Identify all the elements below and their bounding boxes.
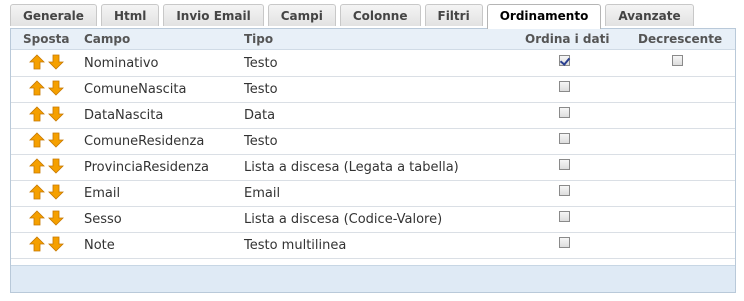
header-tipo: Tipo [244, 32, 274, 46]
move-up-icon[interactable] [29, 236, 45, 252]
table-row: Email Email [11, 180, 735, 207]
move-up-icon[interactable] [29, 54, 45, 70]
field-type: Lista a discesa (Codice-Valore) [244, 212, 443, 227]
field-type: Testo [244, 82, 278, 97]
tab-bar: Generale Html Invio Email Campi Colonne … [10, 4, 698, 29]
tab-generale[interactable]: Generale [10, 4, 97, 26]
field-name: ProvinciaResidenza [84, 160, 210, 175]
sort-checkbox[interactable] [559, 237, 570, 248]
field-name: Sesso [84, 212, 122, 227]
sort-checkbox[interactable] [559, 107, 570, 118]
move-down-icon[interactable] [48, 106, 64, 122]
table-footer [11, 265, 735, 292]
field-type: Lista a discesa (Legata a tabella) [244, 160, 459, 175]
move-down-icon[interactable] [48, 184, 64, 200]
tab-avanzate[interactable]: Avanzate [605, 4, 694, 26]
table-row: Nominativo Testo [11, 50, 735, 77]
tab-filtri[interactable]: Filtri [424, 4, 483, 26]
field-name: ComuneNascita [84, 82, 187, 97]
move-down-icon[interactable] [48, 132, 64, 148]
field-name: Nominativo [84, 56, 159, 71]
move-down-icon[interactable] [48, 80, 64, 96]
move-down-icon[interactable] [48, 236, 64, 252]
field-type: Testo [244, 56, 278, 71]
table-header: Sposta Campo Tipo Ordina i dati Decresce… [11, 29, 735, 50]
sort-checkbox[interactable] [559, 133, 570, 144]
descending-checkbox[interactable] [672, 55, 683, 66]
table-row: DataNascita Data [11, 102, 735, 129]
table-row: Sesso Lista a discesa (Codice-Valore) [11, 206, 735, 233]
field-name: Note [84, 238, 115, 253]
move-up-icon[interactable] [29, 158, 45, 174]
tab-html[interactable]: Html [100, 4, 160, 26]
sort-checkbox[interactable] [559, 81, 570, 92]
field-type: Email [244, 186, 281, 201]
move-down-icon[interactable] [48, 210, 64, 226]
field-type: Testo [244, 134, 278, 149]
field-name: DataNascita [84, 108, 164, 123]
table-row: ComuneNascita Testo [11, 76, 735, 103]
move-down-icon[interactable] [48, 158, 64, 174]
tab-campi[interactable]: Campi [267, 4, 336, 26]
move-up-icon[interactable] [29, 132, 45, 148]
header-sposta: Sposta [23, 32, 70, 46]
field-name: Email [84, 186, 121, 201]
field-type: Testo multilinea [244, 238, 347, 253]
field-name: ComuneResidenza [84, 134, 205, 149]
move-up-icon[interactable] [29, 184, 45, 200]
sort-checkbox[interactable] [559, 185, 570, 196]
tab-ordinamento[interactable]: Ordinamento [486, 4, 602, 29]
tab-invio-email[interactable]: Invio Email [163, 4, 264, 26]
tab-colonne[interactable]: Colonne [339, 4, 421, 26]
table-row: ProvinciaResidenza Lista a discesa (Legat… [11, 154, 735, 181]
table-row: Note Testo multilinea [11, 232, 735, 259]
move-up-icon[interactable] [29, 106, 45, 122]
move-up-icon[interactable] [29, 210, 45, 226]
move-down-icon[interactable] [48, 54, 64, 70]
sort-checkbox[interactable] [559, 211, 570, 222]
field-type: Data [244, 108, 276, 123]
move-up-icon[interactable] [29, 80, 45, 96]
sort-checkbox[interactable] [559, 159, 570, 170]
header-ordina: Ordina i dati [525, 32, 610, 46]
header-decrescente: Decrescente [638, 32, 723, 46]
header-campo: Campo [84, 32, 131, 46]
sort-panel: Sposta Campo Tipo Ordina i dati Decresce… [10, 28, 736, 293]
table-row: ComuneResidenza Testo [11, 128, 735, 155]
sort-checkbox[interactable] [559, 55, 570, 66]
